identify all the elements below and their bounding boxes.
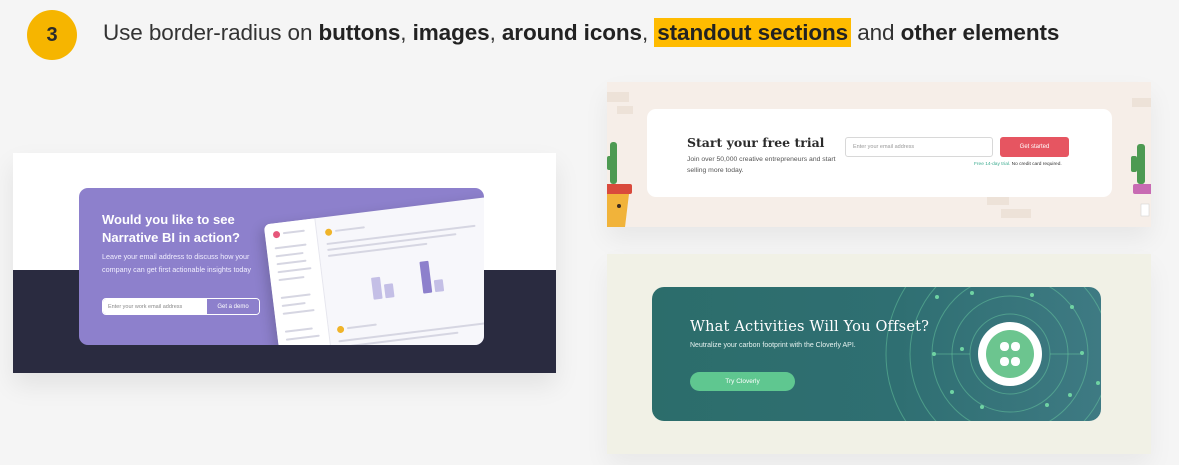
wall-brick (1132, 98, 1151, 107)
headline-text: and (851, 20, 901, 45)
narrative-description: Leave your email address to discuss how … (102, 252, 252, 274)
headline-separator: , (489, 20, 502, 45)
headline-separator: , (641, 20, 655, 45)
narrative-email-input[interactable]: Enter your work email address (103, 299, 207, 314)
trial-note-rest: No credit card required. (1010, 162, 1062, 167)
wall-brick (1001, 209, 1031, 218)
trial-description: Join over 50,000 creative entrepreneurs … (687, 156, 836, 174)
trial-title: Start your free trial (687, 135, 825, 150)
headline-bold-icons: around icons (501, 20, 642, 45)
step-number-badge: 3 (27, 10, 77, 60)
preview-bar (383, 283, 395, 299)
trial-email-input[interactable]: Enter your email address (845, 137, 993, 157)
narrative-cta-section: Would you like to see Narrative BI in ac… (79, 188, 484, 345)
headline: Use border-radius on buttons, images, ar… (103, 18, 1060, 47)
get-started-button[interactable]: Get started (1000, 137, 1069, 157)
headline-text: Use border-radius on (103, 20, 319, 45)
cloverly-description: Neutralize your carbon footprint with th… (690, 342, 856, 349)
preview-bar (371, 276, 383, 300)
headline-bold-images: images (412, 20, 490, 45)
cloverly-example: What Activities Will You Offset? Neutral… (607, 254, 1151, 454)
dashboard-preview-image (263, 196, 484, 345)
clover-logo-icon (978, 322, 1042, 386)
free-trial-card: Start your free trial Join over 50,000 c… (647, 109, 1112, 197)
feed-avatar (324, 228, 333, 237)
wall-brick (617, 106, 633, 114)
cloverly-title: What Activities Will You Offset? (690, 319, 930, 335)
trial-note-green: Free 14-day trial. (974, 162, 1011, 167)
headline-bold-other: other elements (900, 20, 1060, 45)
headline-highlight: standout sections (654, 18, 852, 47)
feed-avatar (336, 325, 345, 334)
narrative-email-form: Enter your work email address Get a demo (102, 298, 260, 315)
preview-line (327, 242, 428, 257)
free-trial-example: Start your free trial Join over 50,000 c… (607, 82, 1151, 227)
trial-note: Free 14-day trial. No credit card requir… (974, 162, 1062, 167)
preview-bar (419, 260, 433, 294)
preview-line (346, 323, 377, 330)
narrative-title: Would you like to see Narrative BI in ac… (102, 212, 240, 245)
try-cloverly-button[interactable]: Try Cloverly (690, 372, 795, 391)
headline-bold-buttons: buttons (318, 20, 401, 45)
cactus-plant-icon (607, 142, 632, 227)
cactus-plant-icon (1131, 144, 1151, 217)
cloverly-cta-section: What Activities Will You Offset? Neutral… (652, 287, 1101, 421)
wall-brick (607, 92, 629, 102)
get-demo-button[interactable]: Get a demo (207, 299, 259, 314)
preview-line (334, 226, 365, 232)
preview-bar (433, 279, 445, 293)
headline-separator: , (400, 20, 413, 45)
narrative-bi-example: Would you like to see Narrative BI in ac… (13, 153, 556, 373)
